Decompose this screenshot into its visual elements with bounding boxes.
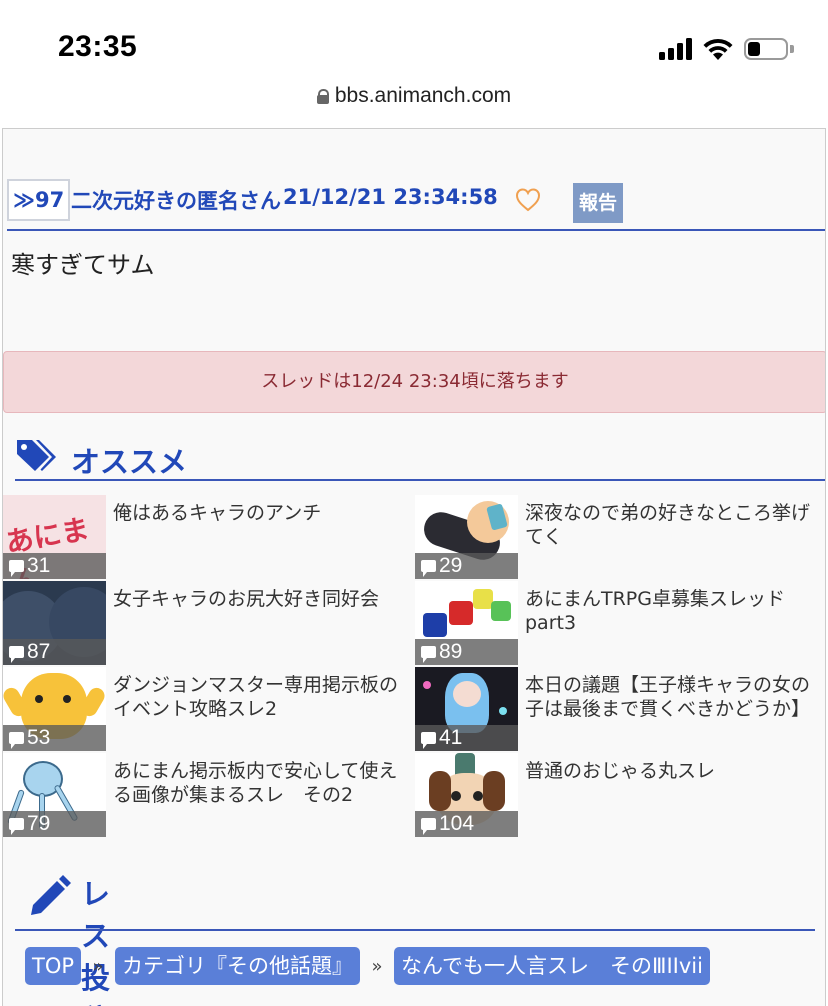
thread-thumbnail: 104 <box>415 753 518 837</box>
response-author: 二次元好きの匿名さん <box>71 189 281 213</box>
recommend-item[interactable]: あにまん 31 俺はあるキャラのアンチ <box>3 495 413 581</box>
status-time: 23:35 <box>58 30 138 63</box>
breadcrumb: TOP » カテゴリ『その他話題』 » なんでも一人言スレ そのⅢⅠⅠvii <box>25 947 710 985</box>
response-header: ≫97 二次元好きの匿名さん 21/12/21 23:34:58 報告 <box>7 179 825 231</box>
lock-icon <box>316 89 329 104</box>
breadcrumb-separator: » <box>371 955 383 977</box>
heart-icon[interactable] <box>515 187 541 213</box>
comment-icon <box>9 818 24 835</box>
comment-count: 41 <box>439 726 463 749</box>
thread-title: あにまん掲示板内で安心して使える画像が集まるスレ その2 <box>113 760 398 806</box>
comment-count: 79 <box>27 812 51 835</box>
thread-thumbnail: 79 <box>3 753 106 837</box>
breadcrumb-separator: » <box>92 955 104 977</box>
thread-title: 深夜なので弟の好きなところ挙げてく <box>525 502 811 548</box>
comment-icon <box>9 560 24 577</box>
comment-icon <box>421 732 436 749</box>
comment-count: 87 <box>27 640 51 663</box>
recommend-item[interactable]: 87 女子キャラのお尻大好き同好会 <box>3 581 413 667</box>
comment-icon <box>9 732 24 749</box>
response-datetime: 21/12/21 23:34:58 <box>283 185 498 209</box>
thread-title: 普通のおじゃる丸スレ <box>525 760 716 782</box>
recommend-item[interactable]: 41 本日の議題【王子様キャラの女の子は最後まで貫くべきかどうか】 <box>415 667 825 753</box>
address-bar[interactable]: bbs.animanch.com <box>0 84 828 128</box>
thread-title: 本日の議題【王子様キャラの女の子は最後まで貫くべきかどうか】 <box>525 674 811 720</box>
recommend-item[interactable]: 53 ダンジョンマスター専用掲示板のイベント攻略スレ2 <box>3 667 413 753</box>
recommend-item[interactable]: 29 深夜なので弟の好きなところ挙げてく <box>415 495 825 581</box>
thread-title: ダンジョンマスター専用掲示板のイベント攻略スレ2 <box>113 674 399 720</box>
recommend-title: オススメ <box>71 445 188 479</box>
thread-title: 俺はあるキャラのアンチ <box>113 502 322 524</box>
recommend-item[interactable]: 89 あにまんTRPG卓募集スレッドpart3 <box>415 581 825 667</box>
report-button[interactable]: 報告 <box>573 183 623 223</box>
battery-icon <box>744 36 794 62</box>
thread-expiry-notice: スレッドは12/24 23:34頃に落ちます <box>3 351 825 413</box>
thread-thumbnail: 53 <box>3 667 106 751</box>
comment-icon <box>421 646 436 663</box>
page-content: ≫97 二次元好きの匿名さん 21/12/21 23:34:58 報告 寒すぎて… <box>2 128 826 1006</box>
pencil-icon <box>31 875 71 915</box>
thread-thumbnail: 87 <box>3 581 106 665</box>
comment-icon <box>421 560 436 577</box>
thread-title: 女子キャラのお尻大好き同好会 <box>113 588 380 610</box>
url-text: bbs.animanch.com <box>334 84 512 107</box>
comment-count: 53 <box>27 726 51 749</box>
recommend-item[interactable]: 104 普通のおじゃる丸スレ <box>415 753 825 839</box>
comment-count: 31 <box>27 554 51 577</box>
status-icons <box>659 36 794 62</box>
breadcrumb-category[interactable]: カテゴリ『その他話題』 <box>115 947 361 985</box>
response-number-link[interactable]: ≫97 <box>7 179 71 221</box>
comment-count: 104 <box>439 812 475 835</box>
breadcrumb-top[interactable]: TOP <box>25 947 82 985</box>
comment-count: 89 <box>439 640 463 663</box>
thread-thumbnail: 29 <box>415 495 518 579</box>
status-bar: 23:35 <box>0 0 828 88</box>
divider <box>15 929 815 931</box>
thread-thumbnail: 41 <box>415 667 518 751</box>
response-body: 寒すぎてサム <box>11 251 155 279</box>
comment-count: 29 <box>439 554 463 577</box>
cellular-signal-icon <box>659 38 692 60</box>
thread-title: あにまんTRPG卓募集スレッドpart3 <box>525 588 785 634</box>
tag-icon <box>17 440 56 471</box>
thread-thumbnail: あにまん 31 <box>3 495 106 579</box>
recommend-header: オススメ <box>15 435 825 481</box>
wifi-icon <box>703 38 733 60</box>
comment-icon <box>9 646 24 663</box>
recommend-item[interactable]: 79 あにまん掲示板内で安心して使える画像が集まるスレ その2 <box>3 753 413 839</box>
thread-thumbnail: 89 <box>415 581 518 665</box>
breadcrumb-thread[interactable]: なんでも一人言スレ そのⅢⅠⅠvii <box>394 947 710 985</box>
comment-icon <box>421 818 436 835</box>
post-title: レス投稿 <box>81 877 111 1006</box>
